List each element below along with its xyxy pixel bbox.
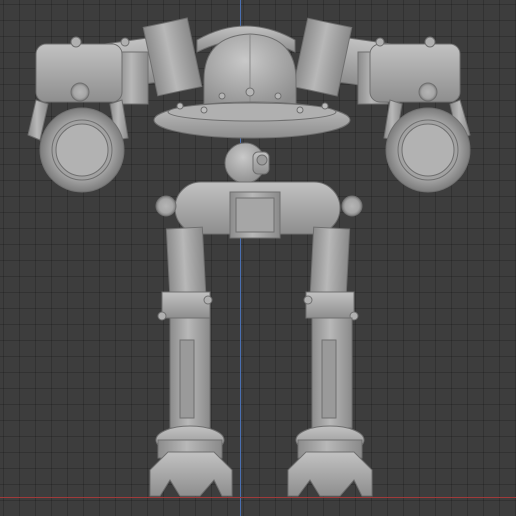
right-leg: [287, 226, 373, 497]
3d-viewport[interactable]: [0, 0, 516, 516]
left-arm: [27, 17, 203, 193]
right-arm: [292, 17, 471, 193]
robot-mech-model[interactable]: [0, 0, 516, 516]
neck-joint: [224, 142, 270, 184]
left-leg: [149, 226, 233, 497]
